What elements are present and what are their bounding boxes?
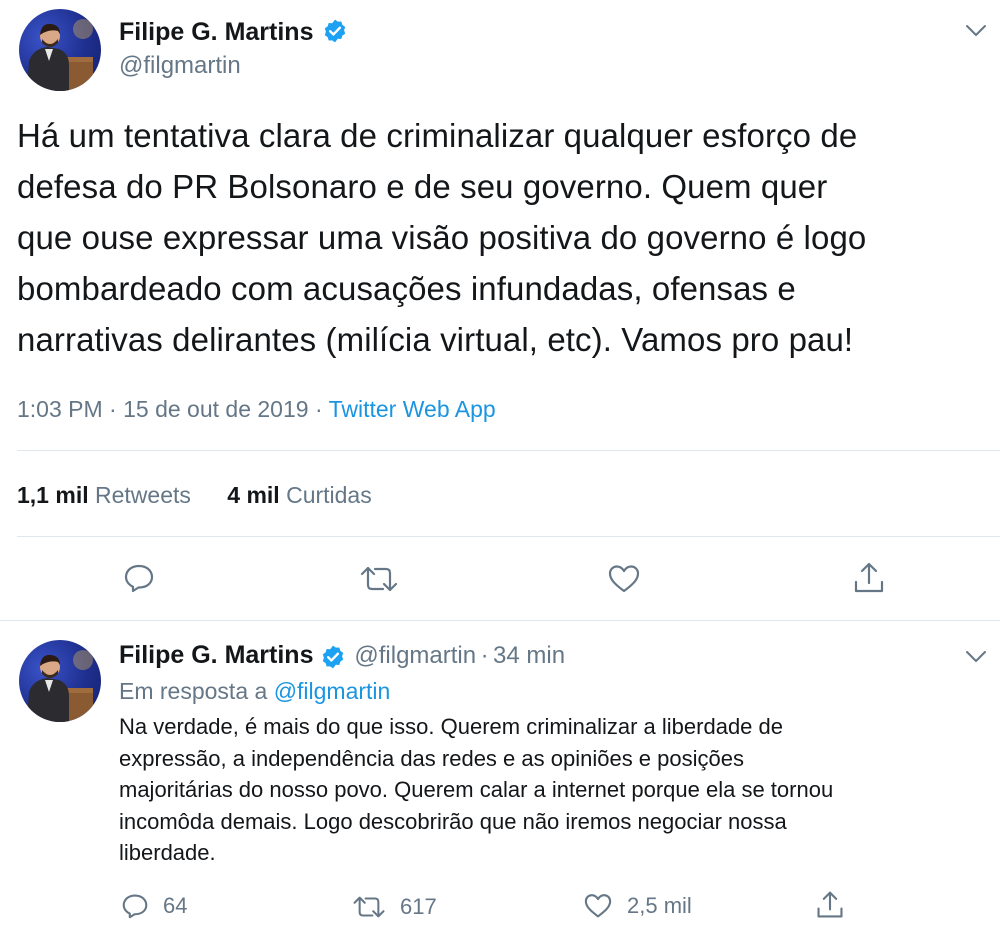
reply-action-like[interactable]: 2,5 mil [583, 893, 692, 919]
tweet-text-line: narrativas delirantes (milícia virtual, … [17, 321, 854, 358]
author-name-text[interactable]: Filipe G. Martins [119, 18, 313, 46]
retweet-count: 617 [400, 894, 437, 919]
tweet-date[interactable]: 15 de out de 2019 [123, 396, 308, 422]
retweet-icon [353, 896, 385, 918]
share-icon[interactable] [852, 561, 886, 595]
tweet-text-line: defesa do PR Bolsonaro e de seu governo.… [17, 168, 828, 205]
chevron-down-icon[interactable] [965, 24, 987, 38]
retweets-count: 1,1 mil [17, 482, 89, 508]
separator-dot: · [314, 396, 323, 422]
like-count: 2,5 mil [627, 893, 692, 918]
reply-to-label: Em resposta a [119, 678, 268, 704]
reply-action-retweet[interactable]: 617 [352, 894, 437, 920]
divider [17, 450, 1000, 451]
share-icon [817, 891, 843, 918]
reply-author-handle[interactable]: @filgmartin [354, 642, 476, 669]
author-handle[interactable]: @filgmartin [119, 52, 241, 80]
reply-to-handle-link[interactable]: @filgmartin [274, 678, 391, 704]
tweet-time[interactable]: 1:03 PM [17, 396, 103, 422]
reply-count: 64 [163, 893, 188, 918]
reply-text: Na verdade, é mais do que isso. Querem c… [119, 711, 994, 869]
divider [17, 536, 1000, 537]
separator-dot: · [109, 396, 117, 422]
reply-text-line: expressão, a independência das redes e a… [119, 745, 744, 771]
reply-author-avatar[interactable] [19, 640, 101, 722]
likes-count: 4 mil [227, 482, 280, 508]
reply-text-line: liberdade. [119, 840, 216, 865]
verified-badge-icon [322, 645, 344, 669]
reply-icon[interactable] [123, 563, 155, 593]
reply-to-line: Em resposta a @filgmartin [119, 678, 390, 705]
chevron-down-icon[interactable] [965, 650, 987, 664]
likes-label: Curtidas [286, 482, 372, 508]
reply-text-line: Na verdade, é mais do que isso. Querem c… [119, 714, 783, 739]
reply-author-name[interactable]: Filipe G. Martins [119, 641, 313, 669]
verified-badge-icon [325, 20, 346, 43]
like-icon [584, 894, 612, 918]
reply-icon [122, 894, 148, 919]
retweets-label: Retweets [95, 482, 191, 508]
author-name[interactable]: Filipe G. Martins [119, 18, 348, 47]
reply-action-share[interactable] [815, 890, 845, 920]
tweet-text-line: bombardeado com acusações infundadas, of… [17, 270, 796, 307]
reply-time-ago[interactable]: 34 min [493, 642, 565, 669]
likes-stat[interactable]: 4 mil Curtidas [227, 482, 371, 508]
separator-dot: · [480, 642, 489, 669]
tweet-text-line: que ouse expressar uma visão positiva do… [17, 219, 867, 256]
tweet-stats: 1,1 mil Retweets 4 mil Curtidas [17, 482, 372, 509]
reply-header: Filipe G. Martins @filgmartin · 34 min [119, 641, 565, 670]
tweet-timestamp-row: 1:03 PM · 15 de out de 2019 · Twitter We… [17, 396, 496, 423]
like-icon[interactable] [607, 564, 641, 594]
author-avatar[interactable] [19, 9, 101, 91]
retweets-stat[interactable]: 1,1 mil Retweets [17, 482, 197, 508]
reply-action-reply[interactable]: 64 [121, 893, 187, 919]
tweet-source-link[interactable]: Twitter Web App [329, 396, 496, 422]
divider [0, 620, 1000, 621]
reply-text-line: majoritárias do nosso povo. Querem calar… [119, 777, 834, 802]
retweet-icon[interactable] [359, 565, 399, 593]
reply-text-line: incomôda demais. Logo descobrirão que nã… [119, 808, 787, 834]
tweet-text: Há um tentativa clara de criminalizar qu… [17, 110, 992, 365]
tweet-text-line: Há um tentativa clara de criminalizar qu… [17, 117, 858, 154]
